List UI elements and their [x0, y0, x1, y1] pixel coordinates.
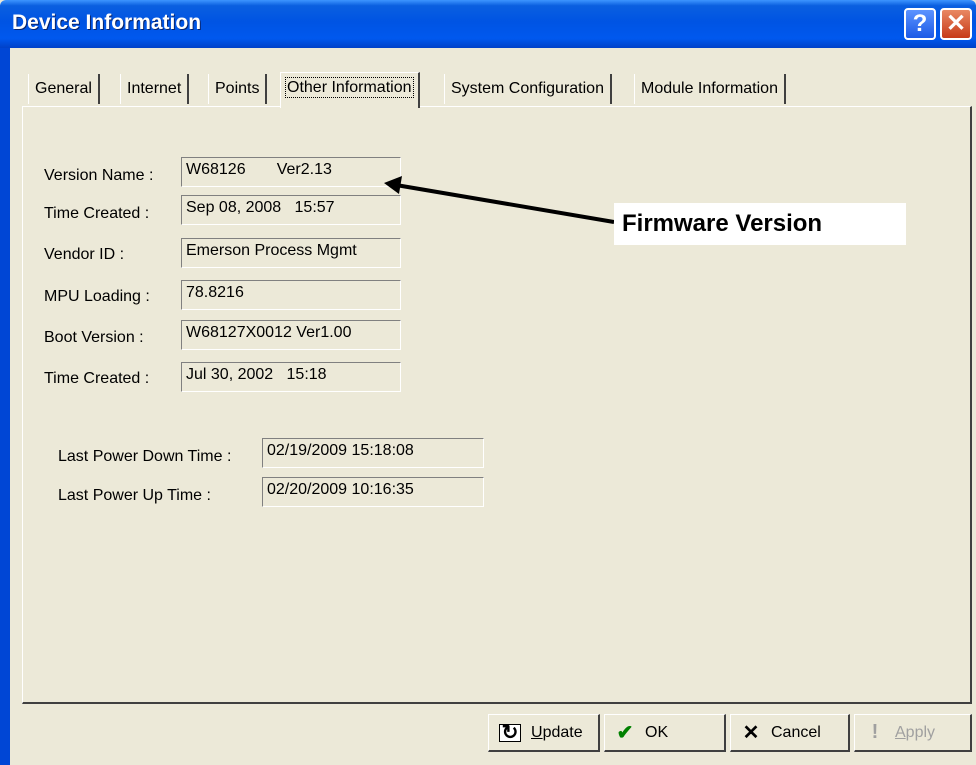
- version-name-label: Version Name :: [44, 167, 154, 184]
- x-icon: ✕: [742, 722, 760, 744]
- mpu-loading-field[interactable]: 78.8216: [181, 280, 401, 310]
- update-label: Update: [531, 724, 583, 742]
- cancel-button[interactable]: ✕ Cancel: [730, 714, 850, 752]
- ok-label: OK: [645, 723, 669, 741]
- vendor-id-label: Vendor ID :: [44, 246, 125, 263]
- update-button[interactable]: ↻ Update: [488, 714, 600, 752]
- time-created-label: Time Created :: [44, 370, 150, 387]
- tab-other-information[interactable]: Other Information: [280, 72, 420, 108]
- tab-general[interactable]: General: [28, 74, 100, 104]
- arrow-head: [384, 176, 402, 194]
- last-power-down-label: Last Power Down Time :: [58, 448, 232, 465]
- time-created-field[interactable]: Jul 30, 2002 15:18: [181, 362, 401, 392]
- boot-version-field[interactable]: W68127X0012 Ver1.00: [181, 320, 401, 350]
- version-name-field[interactable]: W68126 Ver2.13: [181, 157, 401, 187]
- tab-module-information[interactable]: Module Information: [634, 74, 786, 104]
- mnemonic-a: A: [895, 723, 906, 741]
- tab-system-configuration[interactable]: System Configuration: [444, 74, 612, 104]
- device-information-dialog: Device Information ? ✕ General Internet …: [0, 0, 976, 765]
- window-frame: [0, 48, 10, 765]
- exclamation-icon: !: [871, 721, 879, 743]
- tab-label: Internet: [127, 80, 182, 97]
- last-power-up-field[interactable]: 02/20/2009 10:16:35: [262, 477, 484, 507]
- tab-points[interactable]: Points: [208, 74, 268, 104]
- apply-label-rest: pply: [905, 723, 936, 741]
- annotation-arrow: [384, 176, 615, 224]
- tab-label: Points: [215, 80, 260, 97]
- checkmark-icon: ✔: [616, 722, 634, 744]
- title-bar[interactable]: Device Information ? ✕: [0, 0, 976, 48]
- time-created-field[interactable]: Sep 08, 2008 15:57: [181, 195, 401, 225]
- tab-label: General: [35, 80, 92, 97]
- cancel-label: Cancel: [771, 723, 821, 741]
- tab-internet[interactable]: Internet: [120, 74, 190, 104]
- apply-label: Apply: [895, 724, 935, 742]
- apply-button[interactable]: ! Apply: [854, 714, 972, 752]
- tab-label: System Configuration: [451, 80, 604, 97]
- close-button[interactable]: ✕: [940, 8, 972, 40]
- ok-button[interactable]: ✔ OK: [604, 714, 726, 752]
- time-created-label: Time Created :: [44, 205, 150, 222]
- boot-version-label: Boot Version :: [44, 329, 144, 346]
- tab-label: Other Information: [285, 77, 414, 98]
- vendor-id-field[interactable]: Emerson Process Mgmt: [181, 238, 401, 268]
- help-button[interactable]: ?: [904, 8, 936, 40]
- last-power-down-field[interactable]: 02/19/2009 15:18:08: [262, 438, 484, 468]
- mnemonic-u: U: [531, 723, 543, 741]
- arrow-shaft: [395, 183, 615, 224]
- tab-label: Module Information: [641, 80, 778, 97]
- last-power-up-label: Last Power Up Time :: [58, 487, 211, 504]
- mpu-loading-label: MPU Loading :: [44, 288, 150, 305]
- update-icon: ↻: [499, 723, 521, 743]
- firmware-version-annotation: Firmware Version: [614, 203, 906, 245]
- window-title: Device Information: [12, 11, 202, 34]
- update-label-rest: pdate: [542, 723, 583, 741]
